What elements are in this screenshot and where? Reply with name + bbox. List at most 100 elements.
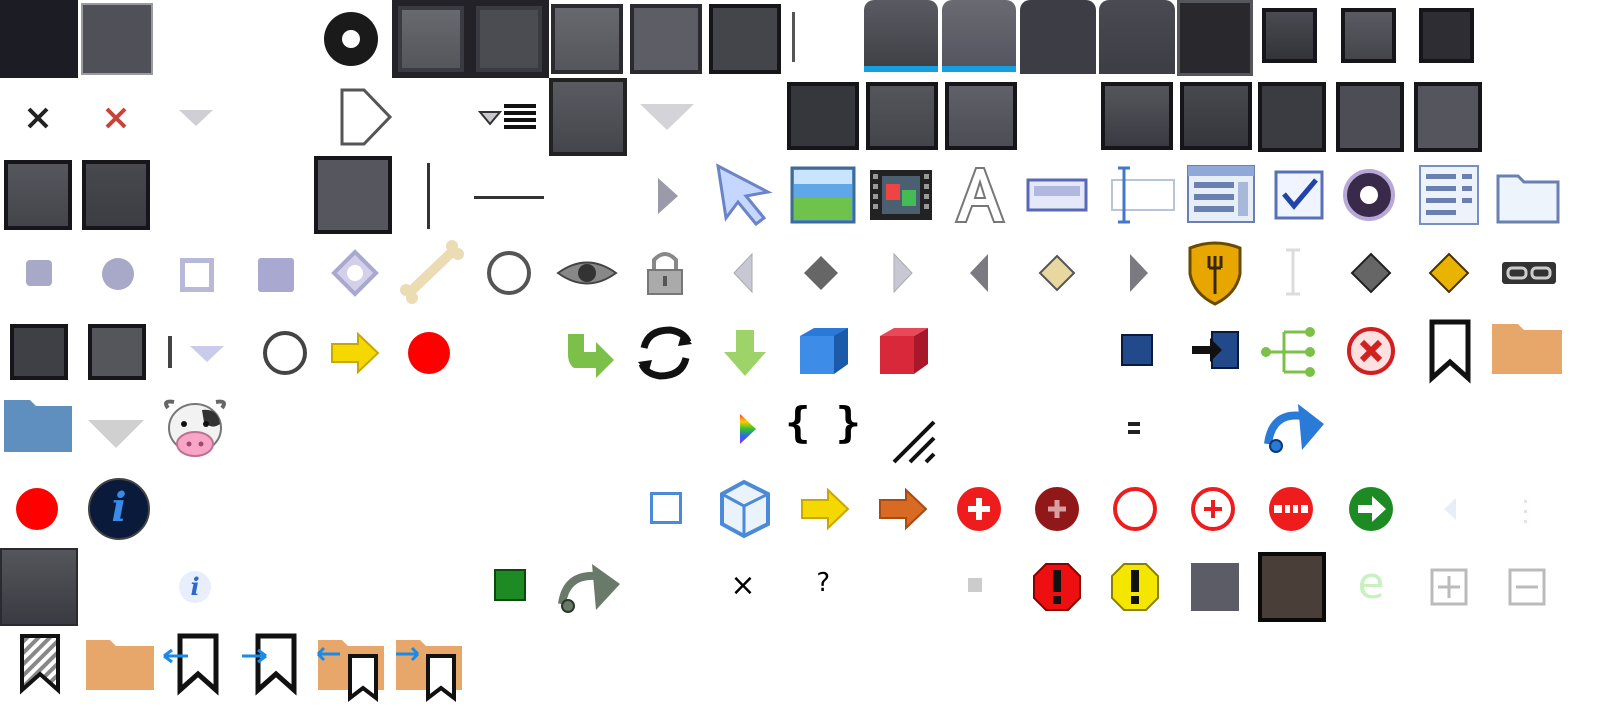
bookmark-hatched-icon[interactable] xyxy=(2,626,80,704)
button-icon[interactable] xyxy=(1414,82,1482,152)
shape-square-outline-icon xyxy=(180,258,214,292)
diamond-icon xyxy=(782,234,860,312)
green-redo-icon[interactable] xyxy=(550,314,628,392)
arrow-right-icon[interactable] xyxy=(862,234,940,312)
dropdown-arrow-icon[interactable] xyxy=(157,78,235,156)
braces-icon: { } xyxy=(784,390,862,468)
button-icon[interactable] xyxy=(630,4,702,74)
button-icon[interactable] xyxy=(1180,82,1252,150)
tab-inactive-icon[interactable] xyxy=(1020,0,1096,74)
green-arrow-circle-icon[interactable] xyxy=(1332,470,1410,548)
dropdown-arrow-icon[interactable] xyxy=(628,78,706,156)
warning-icon xyxy=(1096,548,1174,626)
pointer-icon[interactable] xyxy=(706,156,784,234)
shape-square-filled-icon xyxy=(258,258,294,292)
dropdown-arrow-icon[interactable] xyxy=(168,314,246,392)
link-icon[interactable] xyxy=(1490,234,1568,312)
record-icon[interactable] xyxy=(0,470,78,548)
grip-dots-icon[interactable] xyxy=(1488,470,1566,548)
button-icon[interactable] xyxy=(709,4,781,74)
refresh-icon[interactable] xyxy=(626,314,704,392)
close-icon[interactable] xyxy=(0,78,78,156)
separator-icon xyxy=(474,196,544,199)
small-button-icon[interactable] xyxy=(1419,8,1474,63)
circle-outline-icon xyxy=(470,234,548,312)
button-icon[interactable] xyxy=(787,82,859,150)
button-icon[interactable] xyxy=(10,324,68,380)
button-icon[interactable] xyxy=(4,160,72,230)
record-icon[interactable] xyxy=(390,314,468,392)
add-circle-outline-icon[interactable] xyxy=(1174,470,1252,548)
remove-circle-icon[interactable] xyxy=(1252,470,1330,548)
arrow-yellow-icon[interactable] xyxy=(786,470,864,548)
bookmark-export-icon[interactable] xyxy=(236,626,314,704)
radio-dark-icon[interactable] xyxy=(312,0,390,78)
folder-outline-icon xyxy=(1488,156,1566,234)
button-pair-icon[interactable] xyxy=(392,0,549,78)
button-icon[interactable] xyxy=(1101,82,1173,150)
enter-icon[interactable] xyxy=(1176,312,1254,390)
add-circle-icon[interactable] xyxy=(1018,470,1096,548)
plus-box-icon[interactable] xyxy=(1410,548,1488,626)
help-icon[interactable]: ? xyxy=(784,548,862,626)
letter-e-glyph: e xyxy=(1357,558,1385,609)
brown-square-icon xyxy=(1258,552,1326,622)
button-icon[interactable] xyxy=(866,82,938,150)
button-icon[interactable] xyxy=(82,160,150,230)
diamond-icon xyxy=(1332,234,1410,312)
textbox-icon[interactable] xyxy=(1018,156,1096,234)
button-icon[interactable] xyxy=(1336,82,1404,152)
button-icon[interactable] xyxy=(549,78,627,156)
arrow-left-icon[interactable] xyxy=(704,234,782,312)
add-circle-icon[interactable] xyxy=(940,470,1018,548)
lock-icon[interactable] xyxy=(626,234,704,312)
arrow-orange-icon[interactable] xyxy=(864,470,942,548)
dropdown-arrow-icon[interactable] xyxy=(78,392,156,470)
button-icon[interactable] xyxy=(0,548,78,626)
eye-icon[interactable] xyxy=(548,234,626,312)
arrow-right-icon[interactable] xyxy=(628,156,706,234)
minus-box-icon[interactable] xyxy=(1488,548,1566,626)
arrow-yellow-icon[interactable] xyxy=(316,314,394,392)
down-arrow-icon[interactable] xyxy=(706,314,784,392)
braces-glyph: { } xyxy=(785,398,861,447)
text-cursor-icon xyxy=(1254,234,1332,312)
play-outline-icon[interactable] xyxy=(326,78,404,156)
button-icon[interactable] xyxy=(551,4,623,74)
info-icon: i xyxy=(156,548,234,626)
small-button-icon[interactable] xyxy=(1262,8,1317,63)
tab-dark-icon[interactable] xyxy=(1177,0,1253,76)
redo-blue-icon[interactable] xyxy=(1258,390,1336,468)
bone-icon xyxy=(394,234,472,312)
button-icon[interactable] xyxy=(81,3,153,75)
list-dropdown-icon[interactable] xyxy=(470,78,548,156)
radio-icon[interactable] xyxy=(1330,156,1408,234)
folder-bookmark-export-icon[interactable] xyxy=(392,626,470,704)
bookmark-import-icon[interactable] xyxy=(158,626,236,704)
redo-gray-icon[interactable] xyxy=(552,548,630,626)
button-icon[interactable] xyxy=(1258,82,1326,152)
info-glyph: i xyxy=(111,484,127,531)
button-icon[interactable] xyxy=(945,82,1017,150)
image-icon xyxy=(784,156,862,234)
arrow-left-icon[interactable] xyxy=(1410,470,1488,548)
small-button-icon[interactable] xyxy=(1341,8,1396,63)
button-icon[interactable] xyxy=(314,156,392,234)
checkbox-empty-icon[interactable] xyxy=(650,492,682,524)
info-glyph: i xyxy=(190,572,200,601)
close-icon[interactable]: × xyxy=(704,548,782,626)
button-icon[interactable] xyxy=(88,324,146,380)
checkbox-icon[interactable] xyxy=(1260,156,1338,234)
folder-bookmark-import-icon[interactable] xyxy=(314,626,392,704)
bookmark-icon[interactable] xyxy=(1410,312,1488,390)
letter-e-icon: e xyxy=(1332,548,1410,626)
arrow-right-icon[interactable] xyxy=(1098,234,1176,312)
close-red-icon[interactable] xyxy=(78,78,156,156)
diamond-icon xyxy=(1410,234,1488,312)
text-cursor-icon[interactable] xyxy=(1104,156,1182,234)
arrow-left-icon[interactable] xyxy=(940,234,1018,312)
tab-active-icon[interactable] xyxy=(864,0,938,72)
tab-inactive-icon[interactable] xyxy=(1099,0,1175,74)
tab-active-icon[interactable] xyxy=(942,0,1016,72)
rainbow-play-icon[interactable] xyxy=(706,390,784,468)
